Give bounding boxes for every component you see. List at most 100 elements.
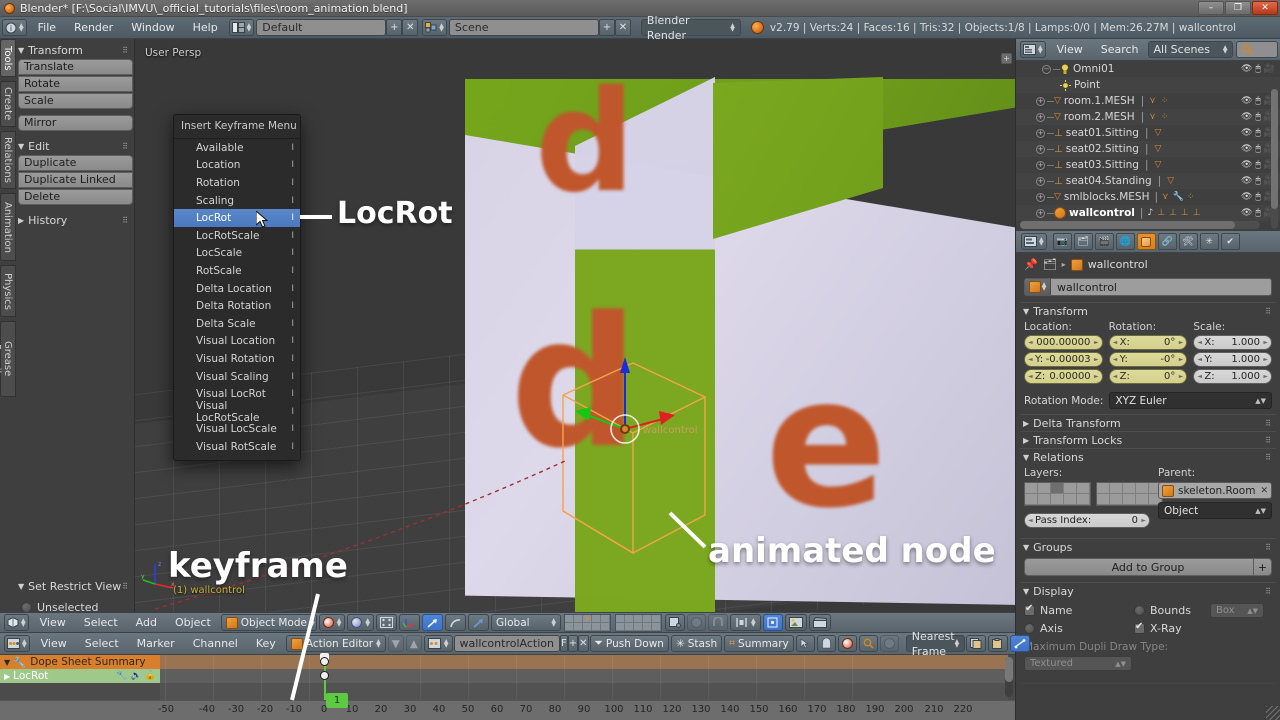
modifier-icon[interactable]: 🔧 xyxy=(1173,192,1184,202)
layer-cell[interactable] xyxy=(574,622,584,631)
tab-animation[interactable]: Animation xyxy=(0,193,16,261)
speaker-icon[interactable]: 🔊 xyxy=(131,671,142,681)
outliner-menu-search[interactable]: Search xyxy=(1092,39,1148,61)
outliner-row-seat03-sitting[interactable]: + ⊥ seat03.Sitting | ▽ 👁 🖱 🎥 xyxy=(1016,157,1280,173)
panel-header-set-restrict-view[interactable]: ▼ Set Restrict View ⠿ xyxy=(18,577,133,595)
layers-widget-header-first[interactable] xyxy=(564,613,612,632)
menu-item-rotscale[interactable]: RotScale I xyxy=(174,262,300,280)
layer-cell-active[interactable] xyxy=(1051,483,1064,494)
lock-icon[interactable]: 🔓 xyxy=(145,671,156,681)
scale-z-field[interactable]: Z:1.000 xyxy=(1193,369,1273,384)
layer-cell[interactable] xyxy=(1051,494,1064,505)
tab-object[interactable] xyxy=(1136,233,1156,250)
hide-in-viewport-icon[interactable]: 👁 xyxy=(1241,64,1252,74)
delete-button[interactable]: Delete xyxy=(18,189,133,205)
render-engine-dropdown[interactable]: Blender Render ▲ ▼ xyxy=(640,14,741,42)
layer-cell[interactable] xyxy=(1136,494,1149,505)
outliner-row-toggles[interactable]: 👁 🖱 🎥 xyxy=(1241,64,1280,74)
layers-widget[interactable] xyxy=(1024,482,1163,506)
new-action-button[interactable]: + xyxy=(567,635,579,652)
dopesheet-menu-channel[interactable]: Channel xyxy=(184,633,247,655)
layer-cell[interactable] xyxy=(1077,494,1090,505)
channel-row-summary[interactable]: ▼ 🔧 Dope Sheet Summary xyxy=(0,655,160,669)
expand-icon[interactable]: + xyxy=(1036,144,1045,154)
outliner-row-smlblocks-mesh[interactable]: + ▽ smlblocks.MESH | ⋎ 🔧 ⁘ 👁 🖱 🎥 xyxy=(1016,189,1280,205)
disable-select-icon[interactable]: 🖱 xyxy=(1255,208,1260,218)
panel-header-groups[interactable]: ▼ Groups ⠿ xyxy=(1020,538,1276,555)
disable-select-icon[interactable]: 🖱 xyxy=(1255,128,1260,138)
channel-toggles[interactable]: 🔧 🔊 🔓 xyxy=(116,671,160,681)
disable-select-icon[interactable]: 🖱 xyxy=(1255,96,1260,106)
resize-grip-icon[interactable] xyxy=(1266,706,1280,720)
layer-cell[interactable] xyxy=(592,614,602,623)
checkbox-icon[interactable] xyxy=(1024,623,1035,634)
dopesheet-editor[interactable]: ▼ 🔧 Dope Sheet Summary ▶ LocRot 🔧 🔊 🔓 1 … xyxy=(0,653,1015,720)
menu-item-visual-scaling[interactable]: Visual Scaling I xyxy=(174,368,300,386)
viewport-properties-toggle-icon[interactable]: + xyxy=(1001,53,1012,64)
mesh-data-icon[interactable]: ⋎ xyxy=(1149,112,1156,122)
hide-in-viewport-icon[interactable]: 👁 xyxy=(1241,144,1252,154)
proportional-edit-button[interactable] xyxy=(665,614,686,631)
interaction-mode-dropdown[interactable]: Object Mode ▲ ▼ xyxy=(220,614,317,631)
delete-screen-layout-button[interactable]: ✕ xyxy=(402,19,419,36)
menu-item-visual-locrotscale[interactable]: Visual LocRotScale I xyxy=(174,400,300,424)
mesh-data-icon[interactable]: ▽ xyxy=(1155,128,1162,138)
keyframe-row-locrot[interactable] xyxy=(160,669,1008,683)
panel-header-display[interactable]: ▼ Display ⠿ xyxy=(1020,582,1276,599)
layer-cell[interactable] xyxy=(1097,494,1110,505)
layer-cell[interactable] xyxy=(1038,483,1051,494)
hide-in-viewport-icon[interactable]: 👁 xyxy=(1241,160,1252,170)
channel-row-locrot[interactable]: ▶ LocRot 🔧 🔊 🔓 xyxy=(0,669,160,683)
viewport-shading-dropdown[interactable]: ▲ ▼ xyxy=(318,614,346,631)
layer-cell[interactable] xyxy=(1110,494,1123,505)
triangle-right-icon[interactable]: ▶ xyxy=(4,672,10,681)
expand-icon[interactable]: + xyxy=(1036,176,1045,186)
menu-item-delta-rotation[interactable]: Delta Rotation I xyxy=(174,297,300,315)
keyframe-marker[interactable] xyxy=(320,671,329,680)
panel-header-transform[interactable]: ▼ Transform ⠿ xyxy=(18,41,133,59)
pass-index-field[interactable]: Pass Index: 0 xyxy=(1024,513,1150,528)
expand-icon[interactable]: + xyxy=(1036,192,1045,202)
render-opengl-button[interactable] xyxy=(784,614,807,631)
child-icon[interactable]: ⊥ xyxy=(1193,208,1201,218)
menu-item-available[interactable]: Available I xyxy=(174,139,300,157)
scene-field[interactable]: Scene xyxy=(448,19,599,36)
manipulator-scale-button[interactable] xyxy=(468,614,490,631)
tab-grease-pencil[interactable]: Grease Pencil xyxy=(0,321,16,397)
child-icon[interactable]: ⊥ xyxy=(1157,208,1165,218)
viewport-menu-view[interactable]: View xyxy=(31,612,75,633)
expand-icon[interactable]: + xyxy=(1036,112,1045,122)
panel-header-transform-locks[interactable]: ▶ Transform Locks ⠿ xyxy=(1020,431,1276,448)
bounds-type-dropdown[interactable]: Box ▲▼ xyxy=(1210,603,1264,618)
menu-window[interactable]: Window xyxy=(122,17,183,39)
child-icon[interactable]: ⊥ xyxy=(1169,208,1177,218)
maximize-button[interactable]: ❐ xyxy=(1225,1,1251,15)
keyframe-row-summary[interactable] xyxy=(160,655,1008,669)
manipulator-translate-button[interactable] xyxy=(422,614,444,631)
tab-scene[interactable]: 🎬 xyxy=(1094,233,1114,250)
layer-cell[interactable] xyxy=(565,622,575,631)
pivot-point-dropdown[interactable]: ▲ ▼ xyxy=(347,614,375,631)
layer-cell[interactable] xyxy=(634,622,644,631)
tab-particles[interactable]: ✳ xyxy=(1199,233,1219,250)
viewport-menu-object[interactable]: Object xyxy=(166,612,220,633)
layer-cell[interactable] xyxy=(1025,494,1038,505)
mesh-data-icon[interactable]: ▽ xyxy=(1155,144,1162,154)
layers-widget-header-second[interactable] xyxy=(615,613,663,632)
hide-in-viewport-icon[interactable]: 👁 xyxy=(1241,208,1252,218)
push-down-button[interactable]: ⏷ Push Down xyxy=(589,635,669,652)
scale-y-field[interactable]: Y:1.000 xyxy=(1193,352,1273,367)
outliner-vertical-scrollbar[interactable] xyxy=(1271,89,1278,229)
layer-cell[interactable] xyxy=(1123,494,1136,505)
menu-item-visual-location[interactable]: Visual Location I xyxy=(174,333,300,351)
close-button[interactable]: ✕ xyxy=(1252,1,1278,15)
disable-select-icon[interactable]: 🖱 xyxy=(1255,176,1260,186)
layer-cell[interactable] xyxy=(1097,483,1110,494)
mesh-data-icon[interactable]: ▽ xyxy=(1155,160,1162,170)
menu-item-delta-location[interactable]: Delta Location I xyxy=(174,280,300,298)
panel-header-history[interactable]: ▶ History ⠿ xyxy=(18,211,133,229)
layer-cell[interactable] xyxy=(616,614,626,623)
stash-button[interactable]: ✳ Stash xyxy=(670,635,723,652)
editor-type-selector-properties[interactable]: ▲ ▼ xyxy=(1021,233,1047,250)
screen-layout-icon-button[interactable]: ▲ ▼ xyxy=(228,19,255,36)
